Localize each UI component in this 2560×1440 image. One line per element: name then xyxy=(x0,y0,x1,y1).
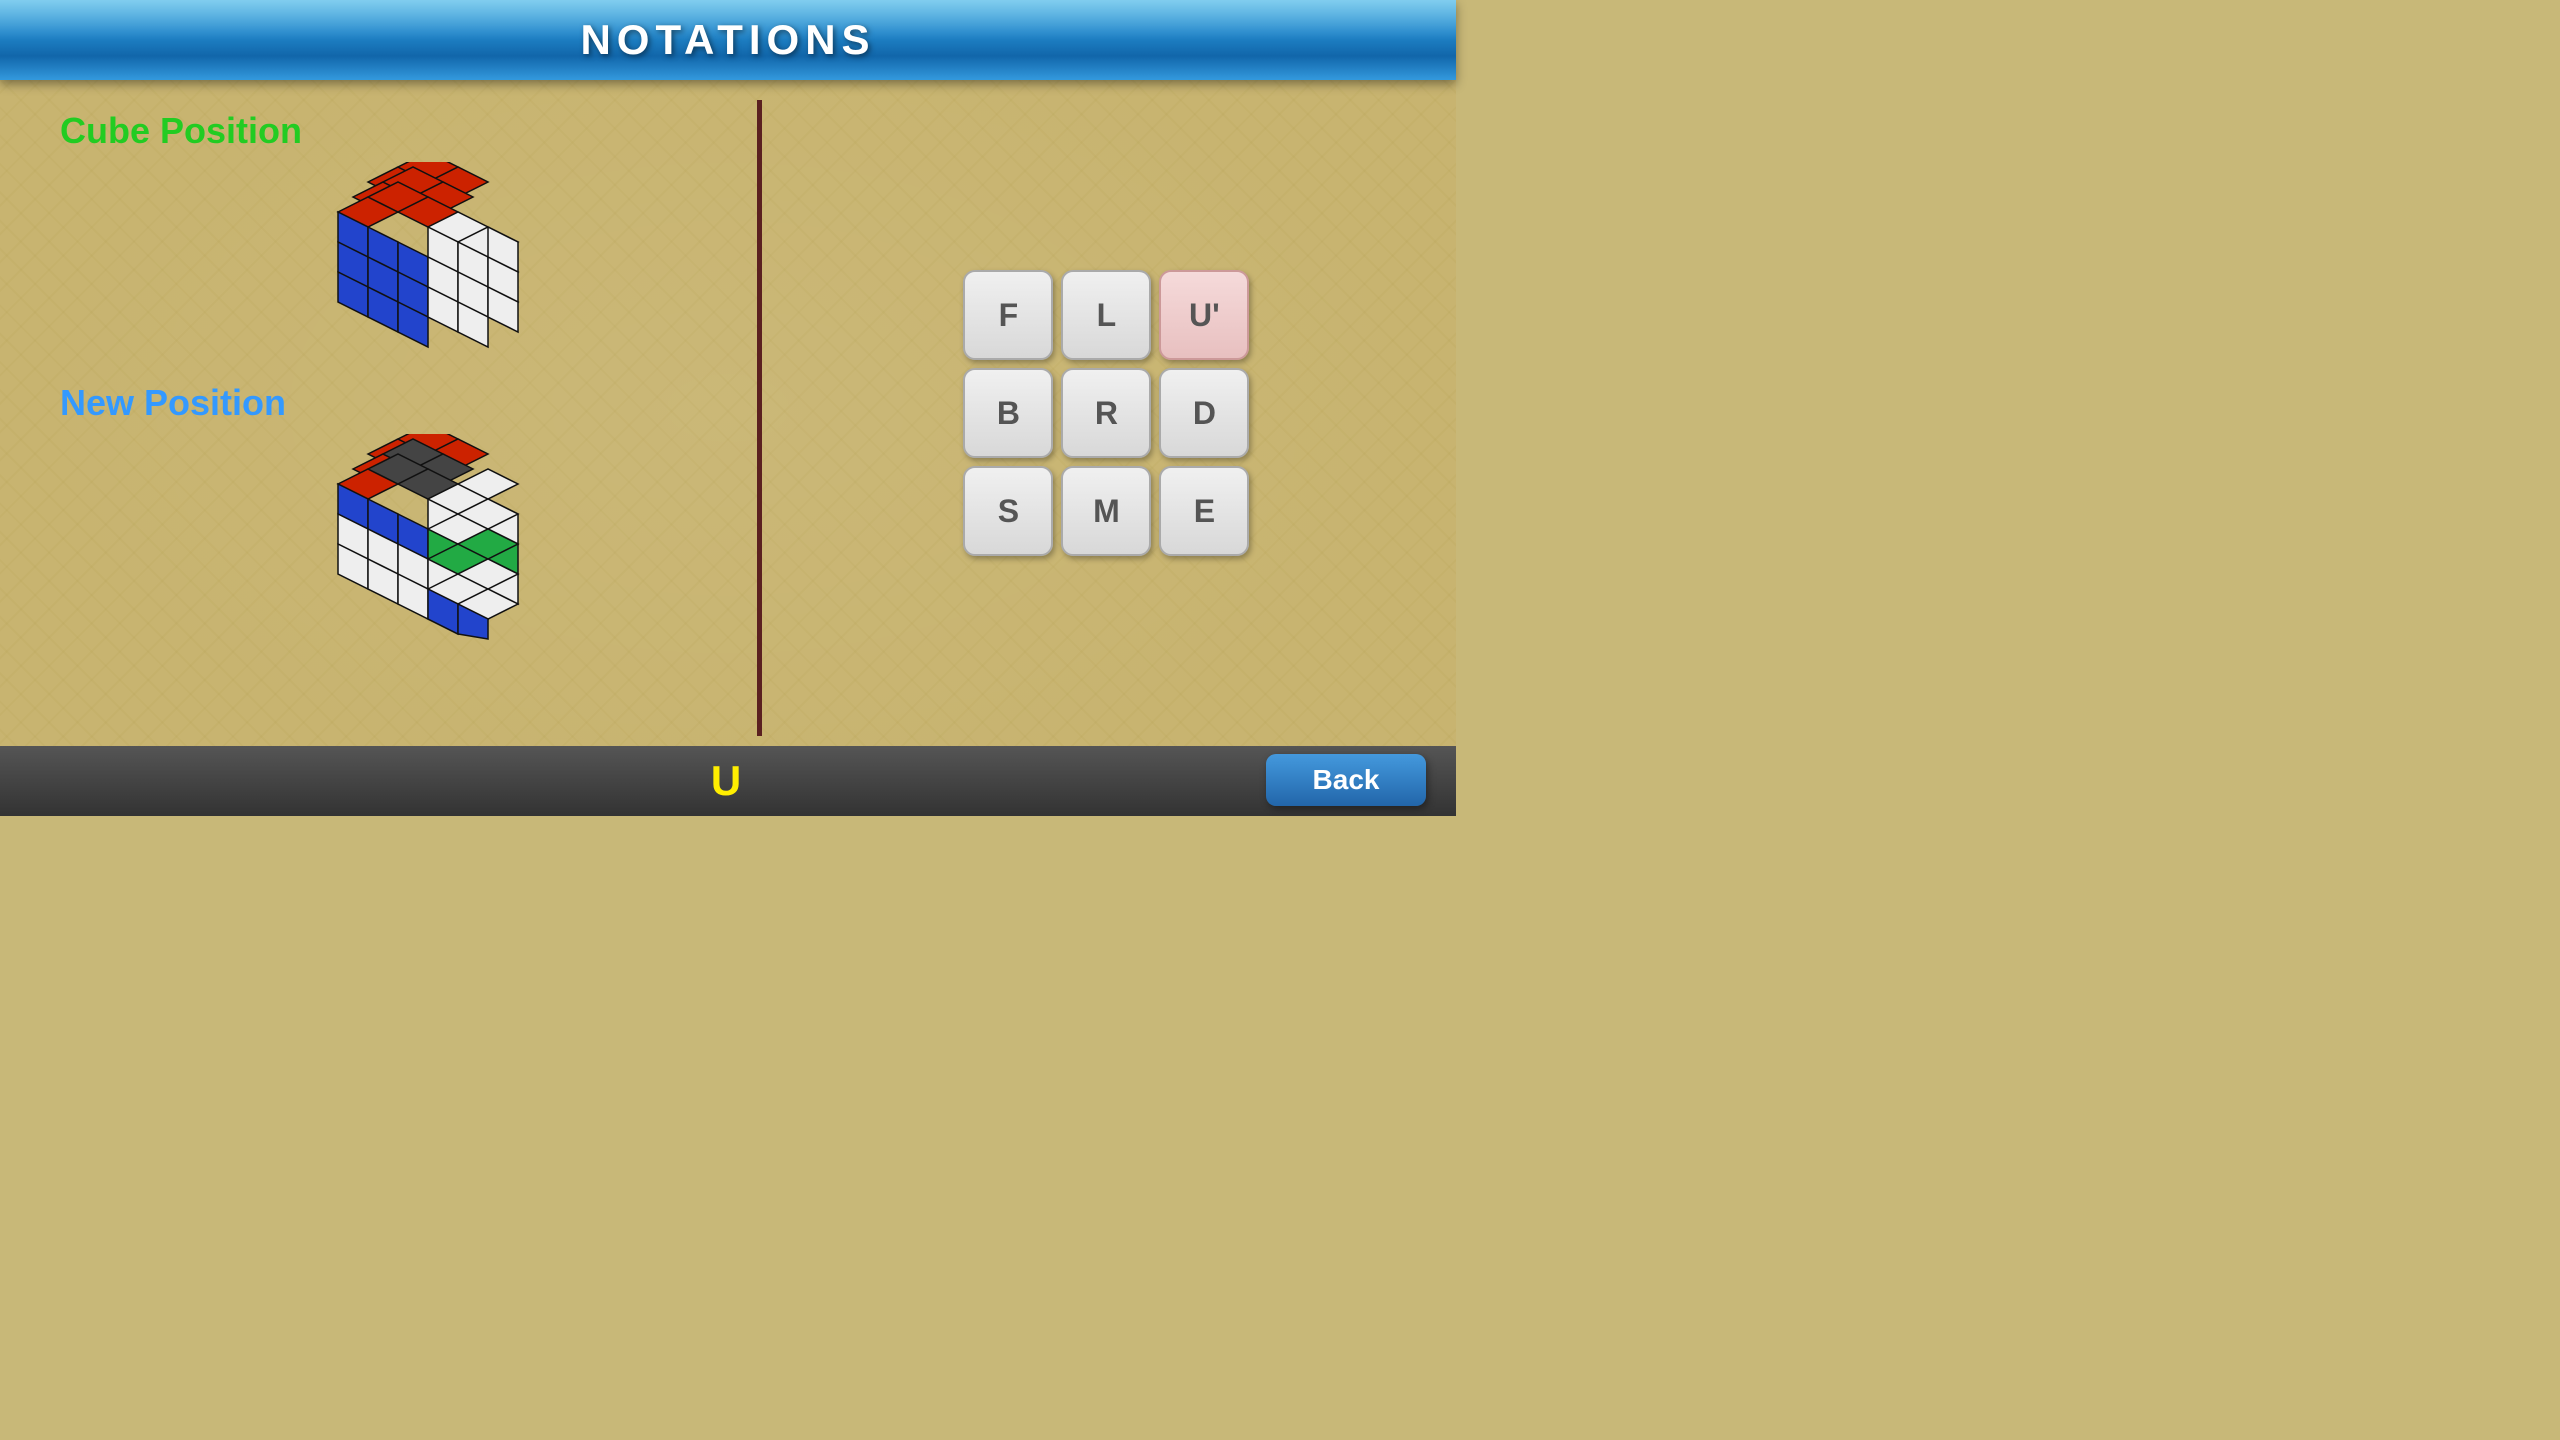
notation-btn-r[interactable]: R xyxy=(1061,368,1151,458)
right-panel: FLU' BRD SME xyxy=(797,100,1416,726)
cube-position-wrapper xyxy=(60,162,777,362)
notation-btn-s[interactable]: S xyxy=(963,466,1053,556)
new-position-label: New Position xyxy=(60,382,777,424)
notation-btn-l[interactable]: L xyxy=(1061,270,1151,360)
page-title: NOTATIONS xyxy=(580,16,875,64)
main-content: Cube Position xyxy=(0,80,1456,746)
notation-grid: FLU' BRD SME xyxy=(963,270,1249,556)
notation-btn-uprime[interactable]: U' xyxy=(1159,270,1249,360)
cube-position-label: Cube Position xyxy=(60,110,777,152)
new-position-wrapper xyxy=(60,434,777,644)
back-button[interactable]: Back xyxy=(1266,754,1426,806)
header-bar: NOTATIONS xyxy=(0,0,1456,80)
cube2-right-face xyxy=(428,469,518,639)
left-panel: Cube Position xyxy=(40,100,797,726)
cube-left-face xyxy=(338,212,428,347)
cube-right-face xyxy=(428,212,518,347)
notation-btn-d[interactable]: D xyxy=(1159,368,1249,458)
current-notation-label: U xyxy=(711,757,745,805)
cube-position-svg xyxy=(308,162,528,362)
notation-btn-m[interactable]: M xyxy=(1061,466,1151,556)
new-position-svg xyxy=(308,434,528,644)
notation-btn-e[interactable]: E xyxy=(1159,466,1249,556)
footer: U Back xyxy=(0,746,1456,816)
cube2-left-face xyxy=(338,484,428,619)
vertical-divider xyxy=(757,100,762,736)
notation-btn-f[interactable]: F xyxy=(963,270,1053,360)
notation-btn-b[interactable]: B xyxy=(963,368,1053,458)
